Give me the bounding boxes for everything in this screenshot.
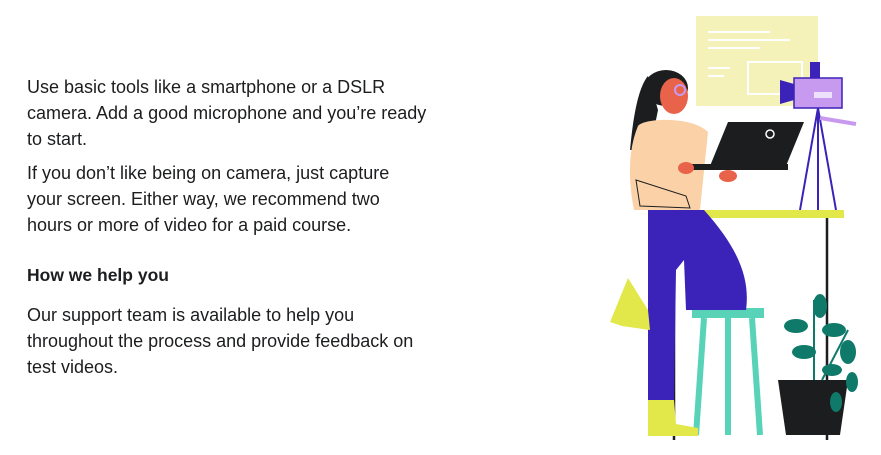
stool-icon <box>692 308 764 436</box>
info-text-column: Use basic tools like a smartphone or a D… <box>27 74 427 388</box>
support-paragraph: Our support team is available to help yo… <box>27 305 414 377</box>
section-heading: How we help you <box>27 265 169 285</box>
screen-capture-paragraph: If you don’t like being on camera, just … <box>27 163 390 235</box>
plant-icon <box>778 294 858 435</box>
content-creator-illustration <box>600 10 870 450</box>
person-icon <box>610 70 804 436</box>
tools-paragraph: Use basic tools like a smartphone or a D… <box>27 77 427 149</box>
